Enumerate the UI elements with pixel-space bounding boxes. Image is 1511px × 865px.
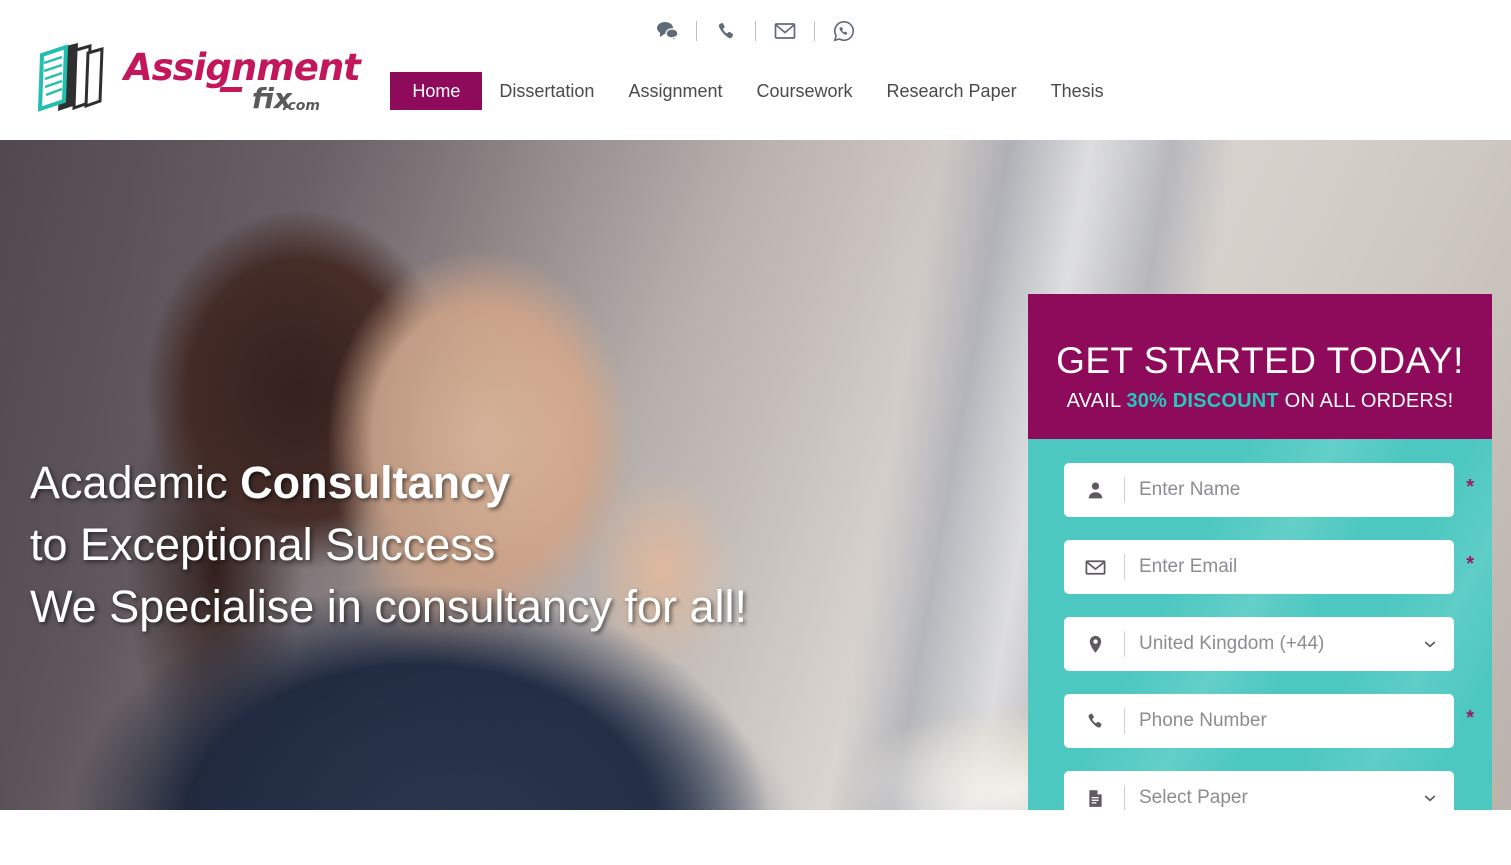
name-field[interactable]: Enter Name [1064,463,1454,517]
hero-section: Academic Consultancy to Exceptional Succ… [0,140,1511,810]
hero-line-3: We Specialise in consultancy for all! [30,581,748,632]
phone-field[interactable]: Phone Number [1064,694,1454,748]
field-row-country: United Kingdom (+44) [1064,617,1454,671]
site-header: Assignment fix .com Home Dissertation As… [0,0,1511,140]
form-subtitle-suffix: ON ALL ORDERS! [1278,390,1454,412]
country-select[interactable]: United Kingdom (+44) [1064,617,1454,671]
email-field[interactable]: Enter Email [1064,540,1454,594]
country-select-value[interactable]: United Kingdom (+44) [1139,633,1422,655]
main-navigation: Home Dissertation Assignment Coursework … [0,72,1511,110]
phone-icon[interactable] [709,14,743,48]
signup-form-panel: GET STARTED TODAY! AVAIL 30% DISCOUNT ON… [1028,294,1492,810]
icon-separator [814,21,815,41]
phone-input-placeholder[interactable]: Phone Number [1139,710,1438,732]
email-input-placeholder[interactable]: Enter Email [1139,556,1438,578]
paper-select[interactable]: Select Paper [1064,771,1454,810]
icon-separator [696,21,697,41]
form-subtitle: AVAIL 30% DISCOUNT ON ALL ORDERS! [1028,390,1492,413]
hero-headline: Academic Consultancy to Exceptional Succ… [30,452,747,638]
hero-line-1-normal: Academic [30,457,241,508]
icon-separator [755,21,756,41]
nav-item-assignment[interactable]: Assignment [611,72,739,110]
name-input-placeholder[interactable]: Enter Name [1139,479,1438,501]
required-marker: * [1466,476,1474,498]
field-row-email: Enter Email * [1064,540,1474,594]
field-divider [1124,631,1125,657]
location-pin-icon [1082,631,1108,657]
email-icon[interactable] [768,14,802,48]
form-header: GET STARTED TODAY! AVAIL 30% DISCOUNT ON… [1028,294,1492,439]
user-icon [1082,477,1108,503]
nav-item-home[interactable]: Home [390,72,483,110]
form-title: GET STARTED TODAY! [1056,340,1464,381]
phone-icon [1082,708,1108,734]
hero-line-2: to Exceptional Success [30,519,496,570]
whatsapp-icon[interactable] [827,14,861,48]
document-icon [1082,785,1108,810]
field-divider [1124,785,1125,810]
required-marker: * [1466,707,1474,729]
hero-line-1-bold: Consultancy [240,457,511,508]
chevron-down-icon[interactable] [1422,636,1438,652]
envelope-icon [1082,554,1108,580]
contact-icon-bar [0,14,1511,48]
field-divider [1124,477,1125,503]
form-subtitle-discount: 30% DISCOUNT [1126,390,1279,412]
required-marker: * [1466,553,1474,575]
field-row-phone: Phone Number * [1064,694,1474,748]
chat-icon[interactable] [650,14,684,48]
field-row-paper: Select Paper [1064,771,1454,810]
form-body: Enter Name * Enter Email * United Kingdo… [1028,439,1492,810]
form-subtitle-prefix: AVAIL [1066,390,1127,412]
field-divider [1124,708,1125,734]
nav-item-thesis[interactable]: Thesis [1034,72,1121,110]
nav-item-dissertation[interactable]: Dissertation [482,72,611,110]
nav-item-coursework[interactable]: Coursework [739,72,869,110]
nav-item-research-paper[interactable]: Research Paper [870,72,1034,110]
field-row-name: Enter Name * [1064,463,1474,517]
field-divider [1124,554,1125,580]
hero-line-1: Academic Consultancy [30,452,747,514]
chevron-down-icon[interactable] [1422,790,1438,806]
paper-select-placeholder[interactable]: Select Paper [1139,787,1422,809]
